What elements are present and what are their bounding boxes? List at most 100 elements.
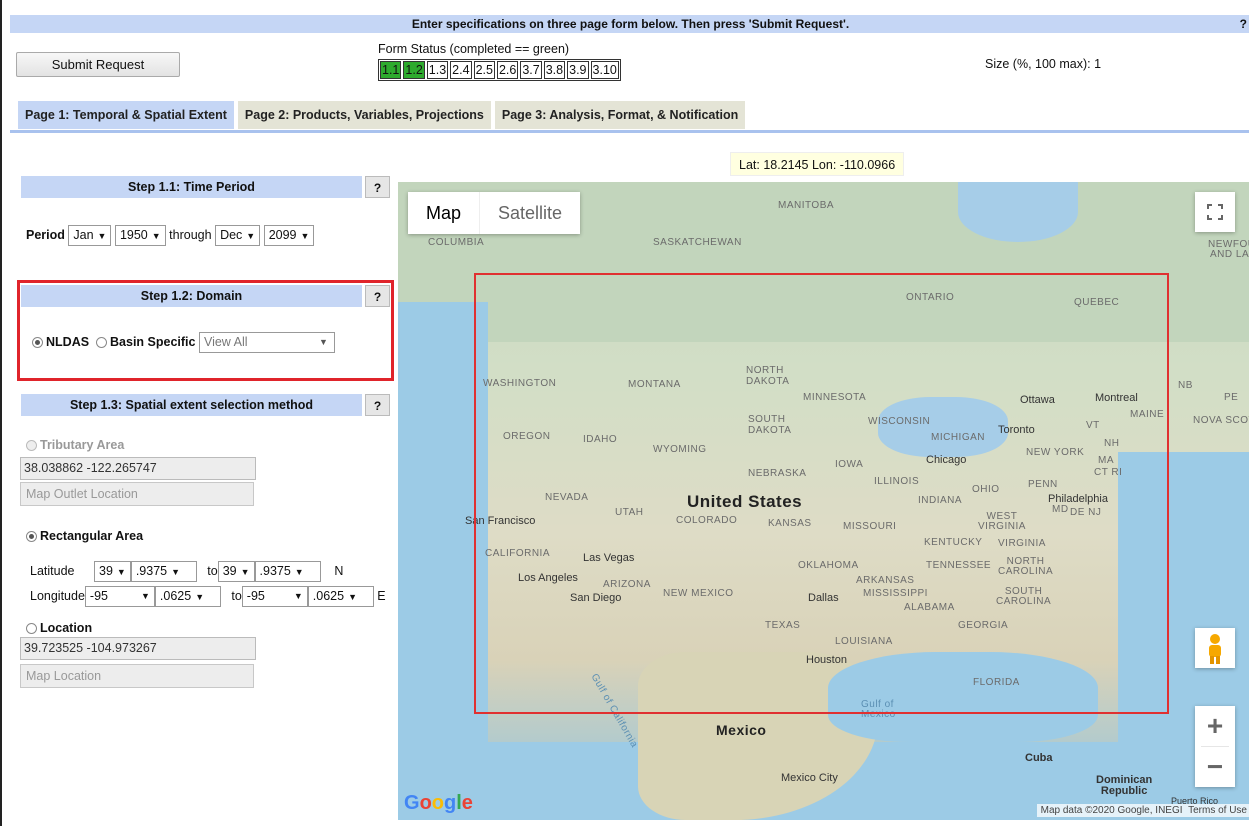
page-tabs: Page 1: Temporal & Spatial Extent Page 2… <box>18 101 749 129</box>
map-label-mexico-city: Mexico City <box>781 772 838 784</box>
tab-page-1[interactable]: Page 1: Temporal & Spatial Extent <box>18 101 234 129</box>
map-canvas[interactable]: MANITOBA COLUMBIA SASKATCHEWAN NEWFOUN A… <box>398 182 1249 820</box>
step-1-1-header: Step 1.1: Time Period <box>21 176 362 198</box>
map-type-map-button[interactable]: Map <box>408 192 479 234</box>
step-1-2-header: Step 1.2: Domain <box>21 285 362 307</box>
zoom-out-button[interactable]: − <box>1195 747 1235 787</box>
form-status-box[interactable]: 3.9 <box>567 61 589 79</box>
map-label-cuba: Cuba <box>1025 752 1053 764</box>
lon-to-label: to <box>231 588 242 603</box>
location-row: Location <box>26 621 92 635</box>
form-status-box[interactable]: 1.2 <box>403 61 425 79</box>
through-label: through <box>169 227 212 242</box>
tab-page-2[interactable]: Page 2: Products, Variables, Projections <box>237 101 491 129</box>
map-label-saskatchewan: SASKATCHEWAN <box>653 237 742 248</box>
end-month-select[interactable]: Dec ▼ <box>215 225 261 246</box>
step-1-3-help-button[interactable]: ? <box>365 394 390 416</box>
domain-row: NLDAS Basin Specific View All ▼ <box>32 332 335 353</box>
form-status-boxes: 1.1 1.2 1.3 2.4 2.5 2.6 3.7 3.8 3.9 3.10 <box>378 59 621 81</box>
google-logo: Google <box>404 792 473 814</box>
map-location-button[interactable]: Map Location <box>20 664 254 688</box>
tab-underline <box>10 130 1249 133</box>
nldas-label: NLDAS <box>46 334 90 349</box>
form-status-box[interactable]: 3.7 <box>520 61 542 79</box>
map-data-credit: Map data ©2020 Google, INEGI <box>1040 805 1183 816</box>
rectangular-area-row: Rectangular Area <box>26 529 143 543</box>
form-status-box[interactable]: 1.1 <box>380 61 402 79</box>
time-period-row: Period Jan ▼ 1950 ▼ through Dec ▼ 2099 ▼ <box>26 225 315 246</box>
map-label-dominican-republic: Dominican Republic <box>1096 774 1153 797</box>
map-label-columbia: COLUMBIA <box>428 237 485 248</box>
map-outlet-location-button[interactable]: Map Outlet Location <box>20 482 254 506</box>
step-1-2-help-button[interactable]: ? <box>365 285 390 307</box>
street-view-pegman-button[interactable] <box>1195 628 1235 668</box>
tributary-row: Tributary Area <box>26 438 124 452</box>
location-radio[interactable] <box>26 623 37 635</box>
map-attribution: Map data ©2020 Google, INEGI Terms of Us… <box>1036 804 1249 817</box>
lon-direction: E <box>377 588 386 603</box>
instructions-text: Enter specifications on three page form … <box>411 17 850 31</box>
tributary-radio[interactable] <box>26 440 37 452</box>
longitude-row: Longitude -95 ▼ .0625 ▼ to -95 ▼ .0625 ▼ E <box>30 586 386 607</box>
map-selection-rectangle[interactable] <box>474 273 1169 714</box>
fullscreen-icon <box>1207 204 1223 220</box>
zoom-control: + − <box>1195 706 1235 787</box>
map-label-manitoba: MANITOBA <box>778 200 835 211</box>
rectangular-area-label: Rectangular Area <box>40 529 144 543</box>
lon-from-frac-select[interactable]: .0625 ▼ <box>154 586 221 607</box>
form-status-box[interactable]: 2.4 <box>450 61 472 79</box>
form-status-label: Form Status (completed == green) <box>378 42 570 56</box>
lat-to-frac-select[interactable]: .9375 ▼ <box>254 561 321 582</box>
map-label-pe: PE <box>1224 392 1239 403</box>
map-type-satellite-button[interactable]: Satellite <box>479 192 580 234</box>
tab-page-3[interactable]: Page 3: Analysis, Format, & Notification <box>494 101 746 129</box>
map-type-control: Map Satellite <box>408 192 581 234</box>
period-label: Period <box>26 227 65 242</box>
longitude-label: Longitude <box>30 588 85 603</box>
lat-to-deg-select[interactable]: 39 ▼ <box>217 561 255 582</box>
form-status-box[interactable]: 3.10 <box>590 61 619 79</box>
tributary-coordinates-field[interactable]: 38.038862 -122.265747 <box>20 457 256 480</box>
lat-from-frac-select[interactable]: .9375 ▼ <box>130 561 197 582</box>
location-coordinates-field[interactable]: 39.723525 -104.973267 <box>20 637 256 660</box>
lon-from-deg-select[interactable]: -95 ▼ <box>84 586 155 607</box>
latitude-row: Latitude 39 ▼ .9375 ▼ to 39 ▼ .9375 ▼ N <box>30 561 343 582</box>
lat-to-label: to <box>207 563 218 578</box>
basin-select[interactable]: View All ▼ <box>198 332 335 353</box>
end-year-select[interactable]: 2099 ▼ <box>263 225 315 246</box>
form-status-box[interactable]: 1.3 <box>426 61 449 79</box>
latlon-readout: Lat: 18.2145 Lon: -110.0966 <box>730 152 905 176</box>
header-help-icon[interactable]: ? <box>1240 15 1247 33</box>
basin-specific-label: Basin Specific <box>110 334 196 349</box>
tributary-label: Tributary Area <box>40 438 125 452</box>
fullscreen-button[interactable] <box>1195 192 1235 232</box>
submit-request-button[interactable]: Submit Request <box>16 52 180 77</box>
pegman-icon <box>1209 634 1221 664</box>
map-hudson-bay <box>958 182 1078 242</box>
lon-to-frac-select[interactable]: .0625 ▼ <box>307 586 374 607</box>
form-status: Form Status (completed == green) 1.1 1.2 1… <box>378 42 621 81</box>
lat-direction: N <box>334 563 344 578</box>
lat-from-deg-select[interactable]: 39 ▼ <box>94 561 131 582</box>
map-label-mexico: Mexico <box>716 722 767 738</box>
map-label-nb: NB <box>1178 380 1193 391</box>
nldas-radio[interactable] <box>32 337 43 348</box>
latitude-label: Latitude <box>30 563 75 578</box>
form-status-box[interactable]: 2.5 <box>473 61 495 79</box>
step-1-3-header: Step 1.3: Spatial extent selection metho… <box>21 394 362 416</box>
zoom-in-button[interactable]: + <box>1195 706 1235 746</box>
step-1-1-help-button[interactable]: ? <box>365 176 390 198</box>
size-readout: Size (%, 100 max): 1 <box>985 57 1102 71</box>
terms-of-use-link[interactable]: Terms of Use <box>1188 805 1247 816</box>
map-label-nova-scotia: NOVA SCOTI <box>1193 415 1249 426</box>
basin-specific-radio[interactable] <box>96 337 108 348</box>
lon-to-deg-select[interactable]: -95 ▼ <box>241 586 308 607</box>
form-status-box[interactable]: 3.8 <box>543 61 566 79</box>
map-label-andlab: AND LAB <box>1210 249 1249 260</box>
instructions-bar: Enter specifications on three page form … <box>10 15 1249 33</box>
start-month-select[interactable]: Jan ▼ <box>68 225 112 246</box>
form-status-box[interactable]: 2.6 <box>496 61 519 79</box>
rectangular-area-radio[interactable] <box>26 531 37 543</box>
location-label: Location <box>40 621 93 635</box>
start-year-select[interactable]: 1950 ▼ <box>114 225 166 246</box>
